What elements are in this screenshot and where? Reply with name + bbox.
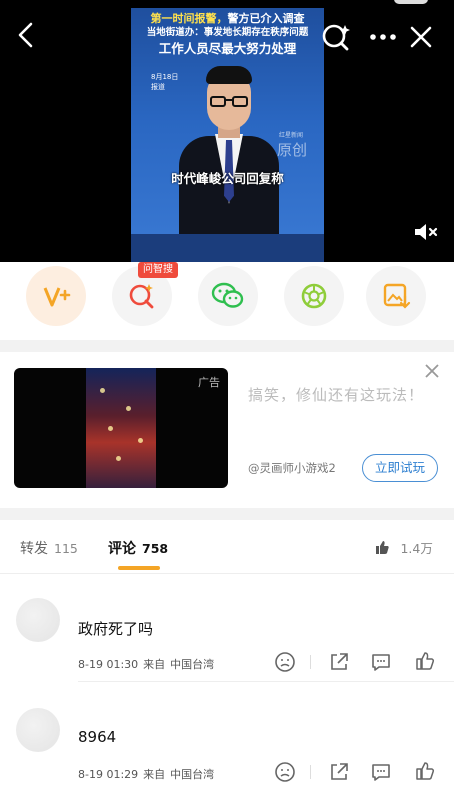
comment-item: 政府死了吗 8-19 01:30 来自 中国台湾	[0, 574, 454, 682]
close-icon	[410, 26, 432, 48]
comment-icon[interactable]	[370, 761, 392, 783]
search-icon	[322, 24, 350, 51]
watermark-logo: 红星新闻	[279, 132, 304, 139]
share-vplus-button[interactable]	[26, 266, 86, 326]
ask-badge: 问智搜	[138, 262, 178, 278]
video-caption: 时代峰峻公司回复称	[171, 171, 284, 186]
avatar[interactable]	[16, 708, 60, 752]
ad-label: 广告	[198, 376, 220, 389]
share-icon[interactable]	[328, 651, 350, 673]
speaker-muted-icon	[415, 224, 438, 240]
more-button[interactable]	[366, 24, 402, 50]
ad-video-thumbnail[interactable]: 广告	[14, 368, 228, 488]
video-date: 8月18日 报道	[151, 73, 179, 91]
close-icon	[425, 364, 439, 378]
active-tab-indicator	[118, 566, 160, 570]
ad-try-button[interactable]: 立即试玩	[362, 454, 438, 482]
comment-item: 8964 8-19 01:29 来自 中国台湾	[0, 682, 454, 800]
dislike-face-icon[interactable]	[274, 761, 296, 783]
share-moments-button[interactable]	[284, 266, 344, 326]
comment-text: 政府死了吗	[78, 620, 154, 638]
dislike-face-icon[interactable]	[274, 651, 296, 673]
section-separator	[0, 340, 454, 352]
video-frame: 第一时间报警，警方已介入调查 当地街道办：事发地长期存在秩序问题 工作人员尽最大…	[131, 8, 324, 262]
ad-close-button[interactable]	[420, 360, 444, 384]
share-icon[interactable]	[328, 761, 350, 783]
moments-icon	[301, 283, 327, 309]
action-divider	[310, 655, 311, 669]
comment-icon[interactable]	[370, 651, 392, 673]
news-desk	[131, 234, 324, 262]
watermark-text: 原创	[277, 141, 308, 159]
video-headline-3: 工作人员尽最大努力处理	[158, 41, 297, 56]
ad-card[interactable]: 广告 搞笑，修仙还有这玩法！ @灵画师小游戏2 立即试玩	[0, 352, 454, 508]
share-wechat-button[interactable]	[198, 266, 258, 326]
thumbs-up-icon	[376, 541, 389, 554]
comment-meta: 8-19 01:29 来自 中国台湾	[78, 768, 215, 781]
section-separator	[0, 508, 454, 520]
comment-meta: 8-19 01:30 来自 中国台湾	[78, 658, 215, 671]
tab-repost[interactable]: 转发 115	[20, 538, 78, 558]
tab-comments[interactable]: 评论 758	[108, 538, 168, 558]
share-save-image-button[interactable]	[366, 266, 426, 326]
comment-text: 8964	[78, 728, 117, 746]
share-row	[0, 262, 454, 340]
back-arrow-icon	[18, 22, 33, 48]
like-icon[interactable]	[414, 650, 436, 672]
ai-search-icon	[129, 284, 154, 309]
like-icon[interactable]	[414, 760, 436, 782]
save-image-icon	[383, 283, 411, 309]
search-button[interactable]	[320, 22, 354, 52]
video-headline-1: 第一时间报警，警方已介入调查	[150, 12, 305, 25]
battery-icon	[394, 0, 428, 4]
ad-text: 搞笑，修仙还有这玩法！	[248, 386, 425, 404]
status-bar	[0, 0, 454, 8]
back-button[interactable]	[14, 20, 38, 50]
action-divider	[310, 765, 311, 779]
tab-likes[interactable]: 1.4万	[374, 538, 433, 557]
vplus-icon	[43, 287, 71, 307]
wechat-icon	[211, 282, 244, 308]
avatar[interactable]	[16, 598, 60, 642]
video-player[interactable]: 第一时间报警，警方已介入调查 当地街道办：事发地长期存在秩序问题 工作人员尽最大…	[0, 0, 454, 262]
mute-button[interactable]	[412, 220, 440, 244]
more-icon	[370, 34, 396, 40]
ad-source: @灵画师小游戏2	[248, 461, 336, 475]
video-headline-2: 当地街道办：事发地长期存在秩序问题	[146, 27, 309, 38]
news-anchor	[179, 66, 279, 236]
close-button[interactable]	[406, 22, 436, 52]
tab-bar: 转发 115 评论 758 1.4万	[0, 520, 454, 574]
